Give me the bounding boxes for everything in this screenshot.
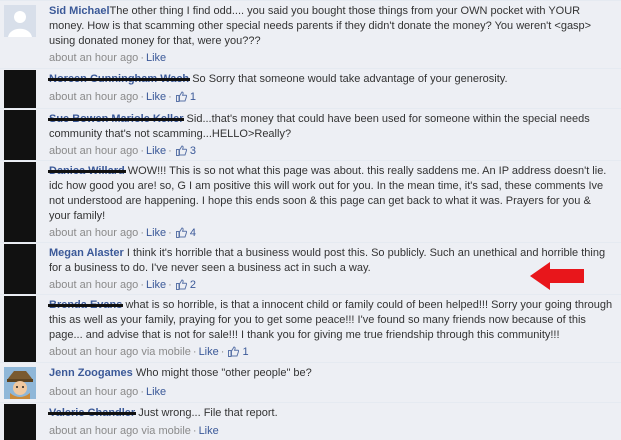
comment-timestamp[interactable]: about an hour ago: [49, 279, 138, 291]
comment-body: Sid MichaelThe other thing I find odd...…: [49, 4, 613, 49]
comment-text: Just wrong... File that report.: [138, 407, 278, 419]
comment-author-link[interactable]: Megan Alaster: [49, 247, 124, 259]
thumbs-up-icon: [175, 145, 187, 156]
comment-meta: about an hour ago · Like · 4: [49, 227, 197, 239]
redacted-avatar[interactable]: [4, 110, 36, 160]
like-link[interactable]: Like: [199, 425, 219, 437]
comment-item: Noreen Cunningham Wach So Sorry that som…: [0, 68, 621, 108]
like-link[interactable]: Like: [146, 91, 166, 103]
comment-author-link[interactable]: Sue Bowen Mariole Keller: [47, 112, 185, 127]
comment-meta: about an hour ago · Like: [49, 52, 167, 64]
comment-timestamp[interactable]: about an hour ago via mobile: [49, 346, 191, 358]
red-arrow-annotation-icon: [530, 262, 584, 290]
comment-timestamp[interactable]: about an hour ago: [49, 227, 138, 239]
comment-text: Who might those "other people" be?: [135, 367, 312, 379]
thumbs-up-icon: [175, 91, 187, 102]
comment-author-link[interactable]: Sid Michael: [49, 5, 110, 17]
comment-item: Valerie Chandler Just wrong... File that…: [0, 402, 621, 440]
redacted-avatar[interactable]: [4, 244, 36, 294]
comment-text: WOW!!! This is so not what this page was…: [49, 165, 607, 222]
comment-timestamp[interactable]: about an hour ago: [49, 91, 138, 103]
redacted-avatar[interactable]: [4, 70, 36, 108]
comment-meta: about an hour ago · Like · 2: [49, 279, 197, 291]
comment-author-link[interactable]: Danica Willard: [48, 164, 126, 179]
comment-timestamp[interactable]: about an hour ago: [49, 386, 138, 398]
comment-body: Valerie Chandler Just wrong... File that…: [47, 406, 613, 421]
comment-meta: about an hour ago · Like: [49, 386, 167, 398]
comment-item: Danica Willard WOW!!! This is so not wha…: [0, 160, 621, 242]
redacted-avatar[interactable]: [4, 404, 36, 440]
like-count: 2: [189, 279, 197, 291]
like-link[interactable]: Like: [146, 279, 166, 291]
thumbs-up-icon: [228, 346, 240, 357]
like-link[interactable]: Like: [199, 346, 219, 358]
comment-meta: about an hour ago · Like · 1: [49, 91, 197, 103]
comment-item: Sue Bowen Mariole Keller Sid...that's mo…: [0, 108, 621, 160]
comment-author-link[interactable]: Valerie Chandler: [47, 406, 137, 421]
thumbs-up-icon: [175, 279, 187, 290]
like-count: 1: [189, 91, 197, 103]
comment-timestamp[interactable]: about an hour ago via mobile: [49, 425, 191, 437]
comment-timestamp[interactable]: about an hour ago: [49, 52, 138, 64]
comment-author-link[interactable]: Brenda Evans: [47, 298, 124, 313]
user-avatar-photo[interactable]: [4, 367, 36, 399]
comment-body: Noreen Cunningham Wach So Sorry that som…: [47, 72, 613, 87]
comment-meta: about an hour ago · Like · 3: [49, 145, 197, 157]
comment-text: So Sorry that someone would take advanta…: [192, 73, 508, 85]
comment-feed: Sid MichaelThe other thing I find odd...…: [0, 0, 621, 440]
like-link[interactable]: Like: [146, 52, 166, 64]
like-count: 1: [242, 346, 249, 358]
comment-text: The other thing I find odd.... you said …: [49, 5, 592, 47]
comment-body: Brenda Evans what is so horrible, is tha…: [47, 298, 613, 343]
comment-author-link[interactable]: Noreen Cunningham Wach: [47, 72, 191, 87]
comment-body: Danica Willard WOW!!! This is so not wha…: [48, 164, 613, 224]
comment-author-link[interactable]: Jenn Zoogames: [49, 367, 133, 379]
comment-timestamp[interactable]: about an hour ago: [49, 145, 138, 157]
redacted-avatar[interactable]: [4, 162, 36, 242]
comment-text: I think it's horrible that a business wo…: [49, 247, 606, 274]
like-count: 4: [189, 227, 197, 239]
like-link[interactable]: Like: [146, 386, 166, 398]
default-user-icon: [4, 5, 36, 37]
comment-body: Jenn Zoogames Who might those "other peo…: [49, 366, 613, 381]
comment-meta: about an hour ago via mobile · Like: [49, 425, 219, 437]
like-count: 3: [189, 145, 197, 157]
comment-item: Sid MichaelThe other thing I find odd...…: [0, 0, 621, 68]
like-count-link[interactable]: 1: [174, 91, 196, 103]
comment-body: Sue Bowen Mariole Keller Sid...that's mo…: [47, 112, 613, 142]
default-avatar[interactable]: [4, 5, 36, 37]
redacted-avatar[interactable]: [4, 296, 36, 362]
like-count-link[interactable]: 4: [174, 227, 196, 239]
comment-text: what is so horrible, is that a innocent …: [49, 299, 613, 341]
comment-item: Brenda Evans what is so horrible, is tha…: [0, 294, 621, 362]
like-link[interactable]: Like: [146, 145, 166, 157]
like-count-link[interactable]: 2: [174, 279, 196, 291]
avatar-picture: [4, 367, 36, 399]
thumbs-up-icon: [175, 227, 187, 238]
comment-item: Jenn Zoogames Who might those "other peo…: [0, 362, 621, 402]
like-count-link[interactable]: 1: [226, 346, 249, 358]
comment-meta: about an hour ago via mobile · Like · 1: [49, 346, 249, 358]
like-count-link[interactable]: 3: [174, 145, 196, 157]
like-link[interactable]: Like: [146, 227, 166, 239]
